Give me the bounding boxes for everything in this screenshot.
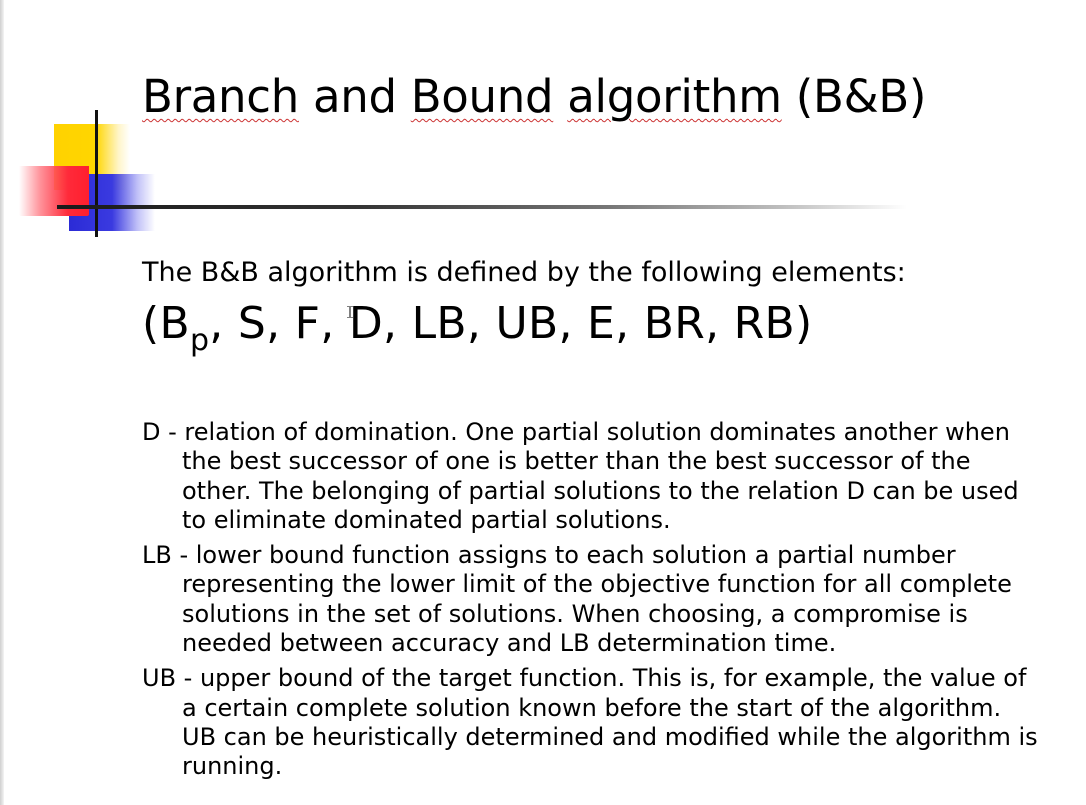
definition-lb[interactable]: LB - lower bound function assigns to eac… [142, 541, 1042, 658]
vertical-rule [95, 110, 98, 237]
tuple-rest: , S, F, D, LB, UB, E, BR, RB) [209, 298, 813, 349]
title-word-bound: Bound [410, 70, 554, 123]
title-word-bb: (B&B) [781, 70, 927, 123]
text-cursor-icon [347, 306, 353, 318]
element-tuple[interactable]: (Bp, S, F, D, LB, UB, E, BR, RB) [142, 296, 813, 356]
slide-title[interactable]: Branch and Bound algorithm (B&B) [142, 70, 926, 124]
title-word-branch: Branch [142, 70, 299, 123]
slide-corner-squares-icon [0, 0, 240, 260]
slide: Branch and Bound algorithm (B&B) The B&B… [0, 0, 1086, 805]
title-space [553, 70, 567, 123]
definitions-list: D - relation of domination. One partial … [142, 418, 1042, 788]
title-word-and: and [298, 70, 411, 123]
title-underline-rule [57, 205, 907, 209]
intro-text[interactable]: The B&B algorithm is defined by the foll… [142, 256, 906, 290]
tuple-subscript: p [189, 323, 210, 358]
definition-ub[interactable]: UB - upper bound of the target function.… [142, 664, 1042, 781]
tuple-open: (B [142, 298, 190, 349]
definition-d[interactable]: D - relation of domination. One partial … [142, 418, 1042, 535]
title-word-algorithm: algorithm [567, 70, 782, 123]
